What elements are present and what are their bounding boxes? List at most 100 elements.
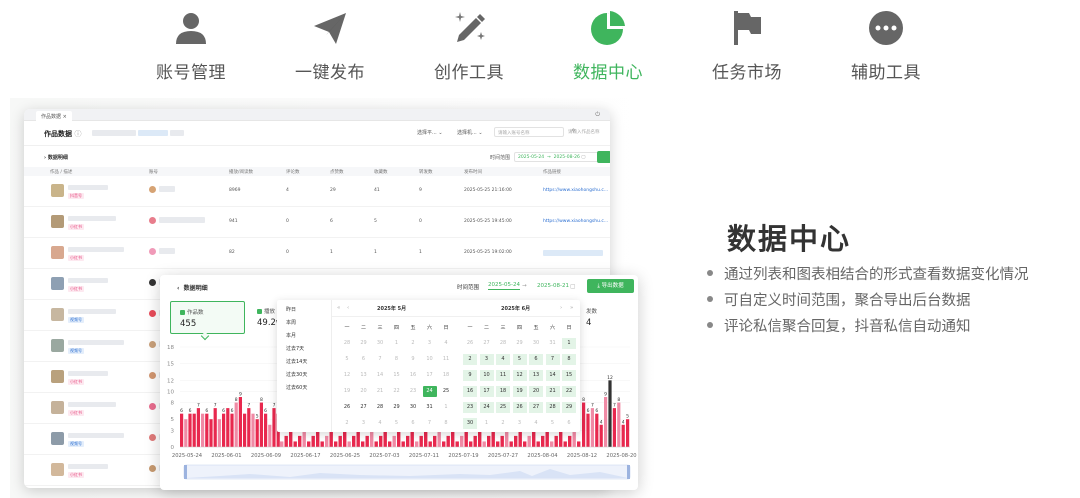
calendar-day[interactable]: 29 [390,402,404,413]
calendar-day[interactable]: 20 [529,386,543,397]
preset-option[interactable]: 过去60天 [286,384,307,391]
calendar-day[interactable]: 11 [496,370,510,381]
calendar-day[interactable]: 22 [562,386,576,397]
calendar-day[interactable]: 19 [340,386,354,397]
next-year-icon[interactable]: » [570,305,573,311]
preset-option[interactable]: 本周 [286,319,296,326]
calendar-day[interactable]: 2 [496,418,510,429]
calendar-day[interactable]: 5 [546,418,560,429]
calendar-day[interactable]: 8 [390,354,404,365]
calendar-day[interactable]: 2 [340,418,354,429]
nav-item-publish[interactable]: 一键发布 [270,8,390,83]
calendar-day[interactable]: 30 [373,338,387,349]
calendar-day[interactable]: 5 [340,354,354,365]
calendar-day[interactable]: 18 [439,370,453,381]
preset-option[interactable]: 昨日 [286,306,296,313]
calendar-day[interactable]: 15 [390,370,404,381]
platform-select[interactable]: 选择平... ⌄ [417,129,443,136]
calendar-day[interactable]: 31 [546,338,560,349]
preset-option[interactable]: 过去30天 [286,371,307,378]
calendar-day[interactable]: 25 [496,402,510,413]
calendar-day[interactable]: 4 [373,418,387,429]
calendar-day[interactable]: 4 [439,338,453,349]
preset-option[interactable]: 本月 [286,332,296,339]
work-link[interactable]: https://www.xiaohongshu.c... [543,219,608,224]
calendar-day[interactable]: 12 [512,370,527,381]
calendar-day[interactable]: 1 [562,338,576,349]
work-link[interactable]: https://www.xiaohongshu.c... [543,188,608,193]
nav-item-creation-tools[interactable]: 创作工具 [409,8,529,83]
nav-item-account[interactable]: 账号管理 [131,8,251,83]
calendar-day[interactable]: 2 [463,354,477,365]
calendar-day[interactable]: 6 [529,354,543,365]
calendar-day[interactable]: 23 [406,386,420,397]
calendar-day[interactable]: 5 [390,418,404,429]
calendar-day[interactable]: 16 [406,370,420,381]
table-row[interactable]: 抖音号 8969 4 29 41 9 2025-05-25 21:16:00 https://… [24,176,610,207]
calendar-day[interactable]: 27 [480,338,494,349]
account-search-input[interactable]: 请输入账号名称 ⚲ [494,127,575,137]
zoom-handle-left[interactable] [184,465,187,479]
nav-item-data-center[interactable]: 数据中心 [548,8,668,83]
calendar-day[interactable]: 31 [423,402,437,413]
calendar-day[interactable]: 15 [562,370,576,381]
calendar-day[interactable]: 25 [439,386,453,397]
calendar-day[interactable]: 9 [463,370,477,381]
calendar-day[interactable]: 7 [373,354,387,365]
calendar-day[interactable]: 13 [357,370,371,381]
calendar-day[interactable]: 14 [373,370,387,381]
tab-works-data[interactable]: 作品数据 × [36,111,72,121]
calendar-day[interactable]: 13 [529,370,543,381]
calendar-day[interactable]: 29 [513,338,527,349]
calendar-day[interactable]: 18 [496,386,510,397]
calendar-day[interactable]: 7 [423,418,437,429]
calendar-day[interactable]: 5 [512,354,527,365]
calendar-day[interactable]: 12 [340,370,354,381]
calendar-day[interactable]: 30 [529,338,543,349]
calendar-day[interactable]: 20 [357,386,371,397]
export-button[interactable] [597,151,610,163]
nav-item-aux-tools[interactable]: 辅助工具 [826,8,946,83]
calendar-day[interactable]: 29 [357,338,371,349]
calendar-day[interactable]: 30 [406,402,420,413]
nav-item-task-market[interactable]: 任务市场 [687,8,807,83]
calendar-day[interactable]: 11 [439,354,453,365]
date-range-input[interactable]: 2025-05-24 → 2025-08-26 ▢ [514,152,604,162]
calendar-day[interactable]: 21 [545,386,560,397]
calendar-day[interactable]: 27 [529,402,543,413]
calendar-day[interactable]: 4 [496,354,510,365]
calendar-day[interactable]: 17 [423,370,437,381]
calendar-day[interactable]: 8 [439,418,453,429]
calendar-day[interactable]: 28 [496,338,510,349]
preset-option[interactable]: 过去7天 [286,345,304,352]
calendar-day[interactable]: 1 [480,418,494,429]
calendar-day[interactable]: 1 [390,338,404,349]
calendar-day[interactable]: 26 [463,338,477,349]
calendar-day[interactable]: 6 [406,418,420,429]
calendar-day[interactable]: 28 [373,402,387,413]
calendar-day[interactable]: 1 [439,402,453,413]
calendar-day[interactable]: 30 [463,418,477,429]
calendar-day[interactable]: 3 [423,338,437,349]
calendar-day[interactable]: 16 [463,386,477,397]
calendar-day[interactable]: 24 [479,402,494,413]
works-search-input[interactable]: 请输入作品名称 [565,127,610,137]
calendar-day[interactable]: 7 [545,354,560,365]
table-row[interactable]: 小红书 82 0 1 1 1 2025-05-25 19:02:00 [24,238,610,269]
calendar-day[interactable]: 29 [562,402,576,413]
calendar-day[interactable]: 17 [479,386,494,397]
preset-option[interactable]: 过去14天 [286,358,307,365]
calendar-day[interactable]: 6 [357,354,371,365]
table-row[interactable]: 小红书 941 0 6 5 0 2025-05-25 19:45:00 https://www… [24,207,610,238]
calendar-day[interactable]: 19 [512,386,527,397]
calendar-day[interactable]: 22 [390,386,404,397]
calendar-day[interactable]: 2 [406,338,420,349]
prev-year-icon[interactable]: « [337,305,340,311]
calendar-day[interactable]: 8 [562,354,576,365]
calendar-day[interactable]: 3 [513,418,527,429]
zoom-handle-right[interactable] [627,465,630,479]
calendar-day[interactable]: 10 [479,370,494,381]
prev-month-icon[interactable]: ‹ [347,305,349,311]
calendar-day[interactable]: 26 [340,402,354,413]
calendar-day[interactable]: 4 [529,418,543,429]
